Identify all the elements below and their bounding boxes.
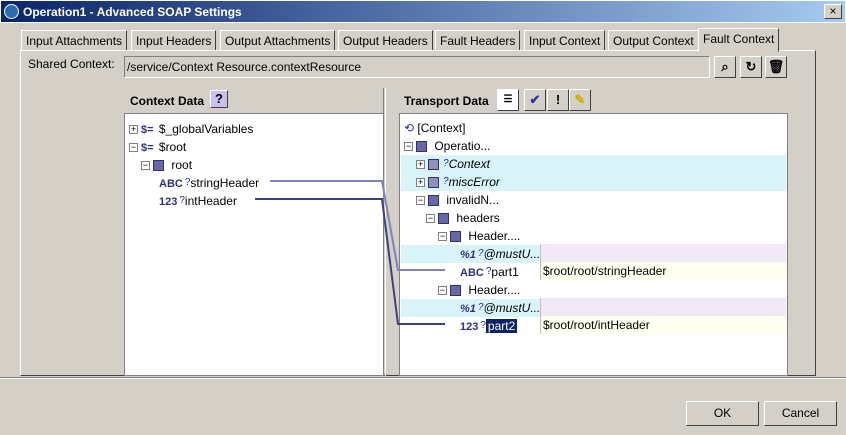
app-icon bbox=[4, 4, 19, 19]
list-icon[interactable]: ☰ bbox=[497, 89, 519, 111]
tree-item[interactable]: + $= $_globalVariables bbox=[129, 120, 253, 138]
context-data-title: Context Data bbox=[130, 94, 205, 108]
tab-fault-headers[interactable]: Fault Headers bbox=[435, 30, 521, 51]
tree-item[interactable]: + ?miscError bbox=[416, 173, 500, 191]
help-button[interactable]: ? bbox=[210, 90, 228, 108]
tree-item[interactable]: − invalidN... bbox=[416, 191, 499, 209]
context-data-tree: + $= $_globalVariables − $= $root − root A… bbox=[124, 113, 384, 376]
tab-output-headers[interactable]: Output Headers bbox=[338, 30, 433, 51]
tab-input-headers[interactable]: Input Headers bbox=[131, 30, 217, 51]
binoculars-icon[interactable]: ⌕ bbox=[714, 56, 736, 78]
tree-item[interactable]: − Operatio... bbox=[404, 137, 490, 155]
tree-item[interactable]: − Header.... bbox=[438, 227, 520, 245]
cancel-button[interactable]: Cancel bbox=[764, 401, 837, 426]
tree-item[interactable]: − Header.... bbox=[438, 281, 520, 299]
check-button[interactable]: ✔ bbox=[524, 89, 546, 111]
window-title: Operation1 - Advanced SOAP Settings bbox=[23, 5, 242, 19]
tree-item[interactable]: + ?Context bbox=[416, 155, 490, 173]
tree-item[interactable]: %1 ?@mustU... bbox=[460, 299, 540, 317]
tree-item[interactable]: − $= $root bbox=[129, 138, 186, 156]
pencil-icon[interactable]: ✎ bbox=[569, 89, 591, 111]
refresh-icon[interactable]: ↻ bbox=[740, 56, 762, 78]
tree-item[interactable]: − headers bbox=[426, 209, 500, 227]
tab-fault-context[interactable]: Fault Context bbox=[698, 28, 780, 52]
mapping-field[interactable] bbox=[540, 298, 786, 316]
mapping-field[interactable]: $root/root/stringHeader bbox=[540, 262, 786, 280]
element-icon bbox=[153, 160, 164, 172]
tree-item[interactable]: 123 ?intHeader bbox=[159, 192, 237, 210]
shared-context-field[interactable]: /service/Context Resource.contextResourc… bbox=[124, 56, 710, 78]
close-button[interactable]: × bbox=[824, 4, 842, 19]
tree-item[interactable]: %1 ?@mustU... bbox=[460, 245, 540, 263]
tree-item[interactable]: 123? part2 bbox=[460, 317, 518, 335]
transport-data-title: Transport Data bbox=[404, 94, 489, 108]
warning-button[interactable]: ! bbox=[547, 89, 569, 111]
trash-icon[interactable]: 🗑 bbox=[765, 56, 787, 78]
divider bbox=[0, 377, 846, 379]
tree-item[interactable]: − root bbox=[141, 156, 192, 174]
ok-button[interactable]: OK bbox=[686, 401, 759, 426]
tab-output-context[interactable]: Output Context bbox=[608, 30, 699, 51]
tab-input-attachments[interactable]: Input Attachments bbox=[21, 30, 128, 51]
tree-item[interactable]: ⟲ [Context] bbox=[404, 119, 465, 137]
shared-context-label: Shared Context: bbox=[28, 57, 115, 71]
mapping-field[interactable]: $root/root/intHeader bbox=[540, 316, 786, 334]
tree-item[interactable]: ABC ?stringHeader bbox=[159, 174, 259, 192]
title-bar: Operation1 - Advanced SOAP Settings bbox=[0, 0, 846, 23]
tab-output-attachments[interactable]: Output Attachments bbox=[220, 30, 336, 51]
mapping-field[interactable] bbox=[540, 244, 786, 262]
tab-input-context[interactable]: Input Context bbox=[524, 30, 606, 51]
tree-item[interactable]: ABC ?part1 bbox=[460, 263, 519, 281]
